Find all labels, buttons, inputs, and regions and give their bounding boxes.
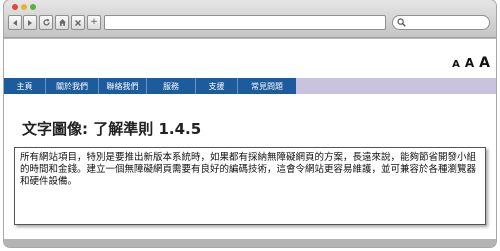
new-tab-button[interactable]: +: [87, 15, 101, 30]
stop-button[interactable]: [71, 15, 85, 30]
search-icon: [397, 18, 406, 27]
body-text-box: 所有網站項目，特別是要推出新版本系統時，如果都有採納無障礙網頁的方案，長遠來說，…: [14, 147, 486, 225]
back-button[interactable]: [8, 15, 22, 30]
reload-icon: [42, 18, 50, 26]
close-icon: [74, 19, 82, 26]
web-page: A A A 主頁 關於我們 聯絡我們 服務 支援 常見問題 文字圖像: 了解準則…: [4, 39, 496, 239]
maximize-window-button[interactable]: [30, 4, 36, 10]
home-icon: [58, 19, 66, 26]
font-size-medium-button[interactable]: A: [465, 56, 474, 70]
reload-button[interactable]: [39, 15, 53, 30]
font-size-small-button[interactable]: A: [452, 59, 460, 70]
nav-item-support[interactable]: 支援: [196, 78, 238, 94]
forward-button[interactable]: [23, 15, 37, 30]
address-bar[interactable]: [104, 15, 386, 30]
nav-item-services[interactable]: 服務: [147, 78, 196, 94]
browser-search-field[interactable]: [392, 15, 490, 30]
back-icon: [13, 19, 17, 26]
nav-item-faq[interactable]: 常見問題: [238, 78, 296, 94]
main-navigation: 主頁 關於我們 聯絡我們 服務 支援 常見問題: [4, 78, 496, 94]
home-button[interactable]: [55, 15, 69, 30]
add-icon: +: [90, 17, 98, 27]
minimize-window-button[interactable]: [21, 4, 27, 10]
browser-window: + A A A 主頁 關於我們 聯絡我們 服務 支援 常見問題 文字圖像: 了解…: [4, 0, 496, 247]
font-size-controls: A A A: [452, 55, 490, 71]
browser-status-bar: [4, 239, 496, 247]
page-title: 文字圖像: 了解準則 1.4.5: [22, 120, 202, 138]
nav-item-home[interactable]: 主頁: [4, 78, 46, 94]
site-header: A A A: [4, 39, 496, 78]
font-size-large-button[interactable]: A: [479, 55, 490, 71]
browser-toolbar: +: [4, 0, 496, 38]
nav-item-about[interactable]: 關於我們: [46, 78, 99, 94]
nav-menu: 主頁 關於我們 聯絡我們 服務 支援 常見問題: [4, 78, 296, 94]
forward-icon: [28, 19, 32, 26]
nav-item-contact[interactable]: 聯絡我們: [99, 78, 147, 94]
close-window-button[interactable]: [12, 4, 18, 10]
